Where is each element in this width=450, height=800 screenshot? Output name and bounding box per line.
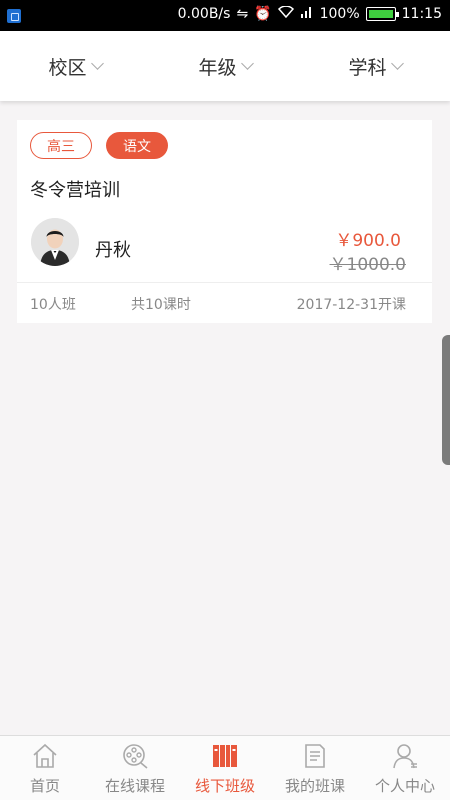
- nav-label: 在线课程: [104, 777, 165, 795]
- lesson-count: 共10课时: [131, 297, 191, 313]
- teacher-avatar: [31, 218, 79, 266]
- nav-home[interactable]: 首页: [0, 736, 90, 800]
- nav-offline-classes[interactable]: 线下班级: [180, 736, 270, 800]
- filter-campus[interactable]: 校区: [0, 31, 150, 101]
- filter-label: 年级: [198, 56, 237, 79]
- battery-percent: 100%: [319, 6, 360, 22]
- teacher-name: 丹秋: [95, 240, 131, 261]
- clock: 11:15: [401, 6, 442, 22]
- user-icon: [393, 744, 417, 769]
- nav-label: 首页: [29, 777, 60, 795]
- nav-label: 个人中心: [374, 777, 435, 795]
- nav-label: 线下班级: [194, 777, 255, 795]
- document-icon: [305, 744, 325, 768]
- filter-label: 学科: [348, 56, 387, 79]
- alarm-icon: ⏰: [254, 6, 272, 22]
- nav-label: 我的班课: [284, 777, 345, 795]
- subject-tag: 语文: [106, 132, 168, 159]
- current-price: ￥900.0: [335, 231, 401, 251]
- wifi-icon: [277, 5, 294, 22]
- signal-icon: [300, 6, 314, 22]
- class-size: 10人班: [30, 297, 76, 313]
- books-icon: [213, 745, 237, 767]
- filter-subject[interactable]: 学科: [300, 31, 450, 101]
- chevron-down-icon: [90, 57, 104, 70]
- net-speed: 0.00B/s: [177, 6, 231, 22]
- app-notification-icon: [7, 9, 21, 23]
- bottom-nav: 首页 在线课程 线下班级 我的班课 个人中心: [0, 735, 450, 800]
- course-tags: 高三 语文: [30, 132, 168, 159]
- chevron-down-icon: [390, 57, 404, 70]
- grade-tag: 高三: [30, 132, 92, 159]
- course-card[interactable]: 高三 语文 冬令营培训 丹秋 ￥900.0 ￥1000.0 10人班 共10课时…: [17, 120, 432, 323]
- filter-bar: 校区 年级 学科: [0, 31, 450, 101]
- data-transfer-icon: ⇋: [236, 6, 249, 22]
- battery-icon: [365, 7, 399, 21]
- side-drawer-handle[interactable]: [442, 335, 450, 465]
- home-icon: [33, 743, 57, 768]
- nav-my-classes[interactable]: 我的班课: [270, 736, 360, 800]
- status-bar: 0.00B/s ⇋ ⏰ 100% 11:15: [0, 0, 450, 31]
- nav-online-courses[interactable]: 在线课程: [90, 736, 180, 800]
- course-title: 冬令营培训: [30, 180, 120, 201]
- start-date: 2017-12-31开课: [296, 297, 406, 313]
- card-divider: [17, 282, 432, 283]
- filter-label: 校区: [48, 56, 87, 79]
- film-reel-icon: [123, 744, 148, 769]
- nav-profile[interactable]: 个人中心: [360, 736, 450, 800]
- chevron-down-icon: [240, 57, 254, 70]
- filter-grade[interactable]: 年级: [150, 31, 300, 101]
- original-price: ￥1000.0: [329, 255, 406, 275]
